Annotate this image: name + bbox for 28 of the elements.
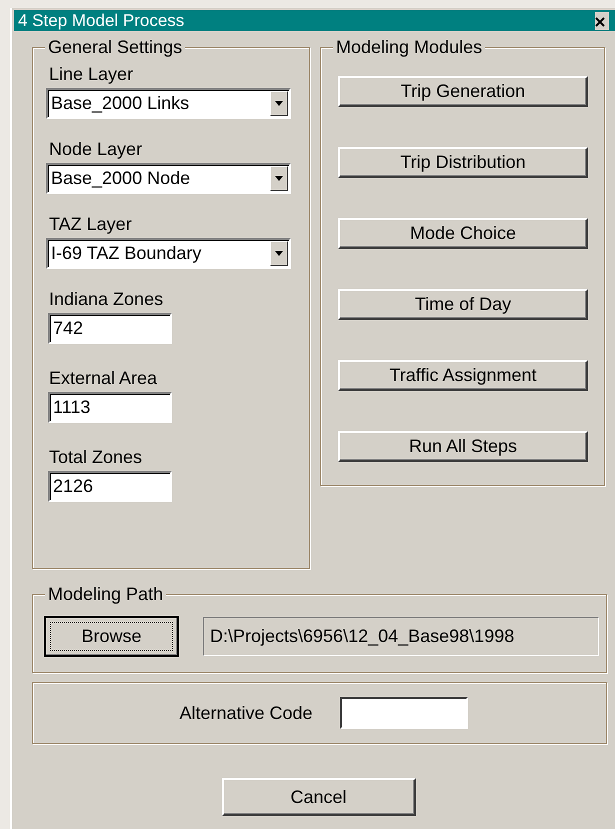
- input-field[interactable]: 2126: [48, 471, 172, 502]
- close-icon[interactable]: [595, 16, 605, 28]
- field-label: TAZ Layer: [49, 213, 132, 236]
- field-label: Alternative Code: [179, 702, 313, 724]
- window-title: 4 Step Model Process: [17, 10, 184, 30]
- module-button[interactable]: Time of Day: [338, 289, 588, 320]
- dropdown[interactable]: I-69 TAZ Boundary: [46, 238, 291, 269]
- module-button[interactable]: Trip Distribution: [338, 147, 588, 178]
- dropdown-arrow-icon[interactable]: [275, 101, 283, 106]
- field-label: External Area: [49, 367, 158, 390]
- cancel-button[interactable]: Cancel: [222, 778, 416, 816]
- browse-button[interactable]: Browse: [44, 616, 179, 657]
- field-label: Line Layer: [49, 63, 134, 86]
- field-label: Total Zones: [49, 446, 142, 469]
- module-button[interactable]: Trip Generation: [338, 76, 588, 107]
- input-field[interactable]: [340, 697, 468, 729]
- dropdown-arrow-icon[interactable]: [275, 251, 283, 256]
- dropdown[interactable]: Base_2000 Links: [46, 88, 291, 119]
- field-label: Node Layer: [49, 138, 142, 161]
- input-field[interactable]: 742: [48, 313, 172, 344]
- dropdown-arrow-icon[interactable]: [275, 176, 283, 181]
- dropdown[interactable]: Base_2000 Node: [46, 163, 291, 194]
- input-field[interactable]: 1113: [48, 392, 172, 423]
- module-button[interactable]: Mode Choice: [338, 218, 588, 249]
- module-button[interactable]: Traffic Assignment: [338, 360, 588, 391]
- field-label: Indiana Zones: [49, 288, 164, 311]
- path-field[interactable]: D:\Projects\6956\12_04_Base98\1998: [203, 617, 599, 656]
- module-button[interactable]: Run All Steps: [338, 431, 588, 462]
